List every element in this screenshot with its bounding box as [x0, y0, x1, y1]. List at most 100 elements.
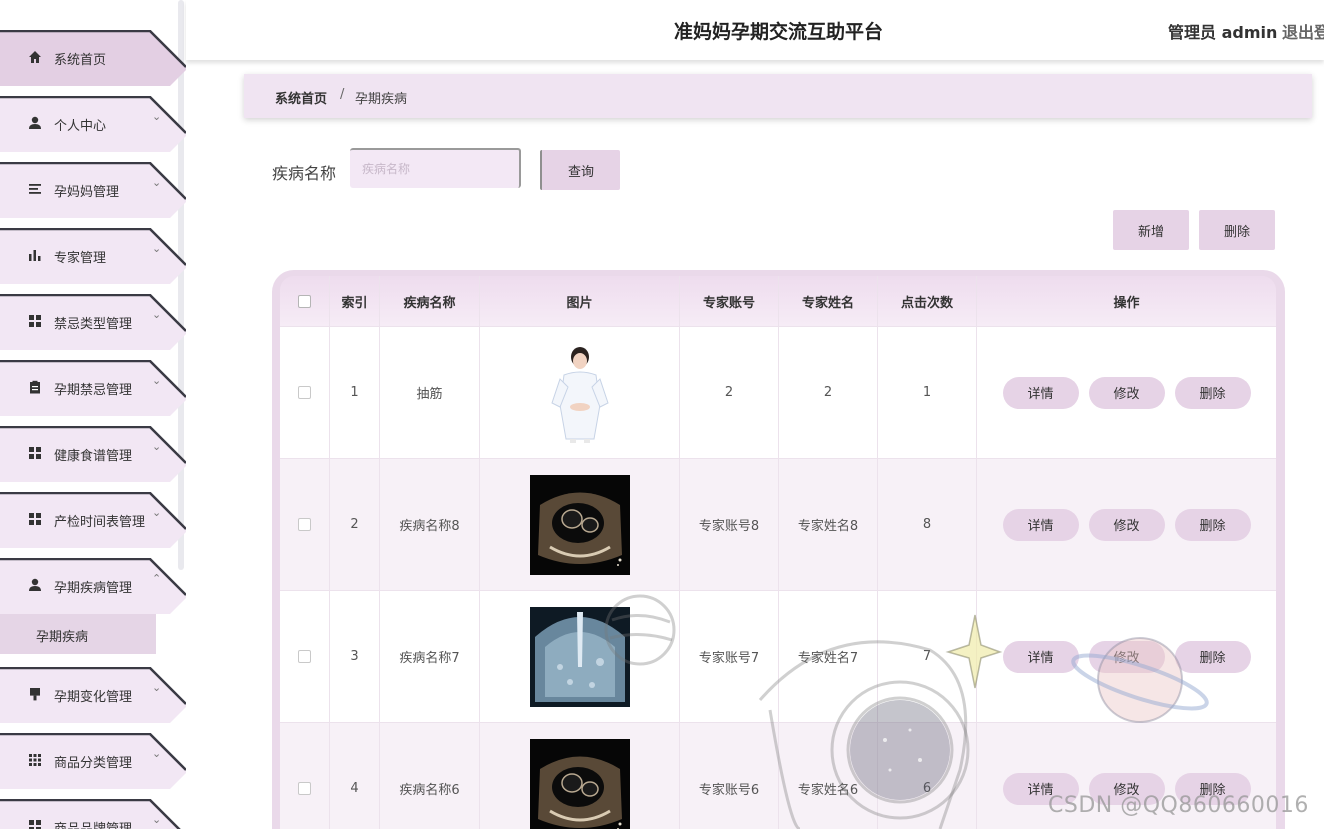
- expert-account: 专家账号7: [680, 591, 779, 722]
- row-index: 1: [330, 327, 380, 458]
- detail-button[interactable]: 详情: [1002, 640, 1079, 673]
- sidebar-item-label: 产检时间表管理: [54, 515, 146, 530]
- csdn-watermark: CSDN @QQ860660016: [1048, 793, 1309, 818]
- sidebar-item-label: 个人中心: [54, 119, 107, 134]
- disease-name: 疾病名称6: [380, 723, 480, 829]
- page-title: 准妈妈孕期交流互助平台: [674, 21, 884, 43]
- sidebar-item[interactable]: 商品品牌管理 ⌄: [0, 799, 186, 829]
- search-label: 疾病名称: [272, 164, 337, 183]
- chevron-icon: ⌄: [152, 681, 162, 694]
- column-header: 专家姓名: [779, 276, 878, 326]
- add-button[interactable]: 新增: [1113, 210, 1189, 250]
- column-header: 操作: [1113, 295, 1140, 311]
- expert-name: 专家姓名6: [779, 723, 878, 829]
- row-checkbox[interactable]: [298, 650, 311, 663]
- delete-button[interactable]: 删除: [1174, 640, 1251, 673]
- expert-account: 专家账号8: [680, 459, 779, 590]
- grid-icon: [27, 511, 43, 527]
- disease-image: [480, 327, 680, 458]
- breadcrumb: 系统首页 / 孕期疾病: [244, 74, 1312, 118]
- edit-button[interactable]: 修改: [1088, 376, 1165, 409]
- grid-icon: [27, 313, 43, 329]
- grid9-icon: [27, 752, 43, 768]
- expert-name: 专家姓名8: [779, 459, 878, 590]
- row-checkbox[interactable]: [298, 386, 311, 399]
- sidebar-item-label: 专家管理: [54, 251, 107, 266]
- column-header: 疾病名称: [380, 276, 480, 326]
- click-count: 7: [878, 591, 977, 722]
- breadcrumb-current: 孕期疾病: [355, 92, 408, 107]
- bar-chart-icon: [27, 247, 43, 263]
- sidebar-item[interactable]: 孕期疾病管理 ⌃: [0, 558, 186, 614]
- admin-label: 管理员 admin: [1168, 23, 1278, 42]
- detail-button[interactable]: 详情: [1002, 376, 1079, 409]
- edit-button[interactable]: 修改: [1088, 640, 1165, 673]
- search-button[interactable]: 查询: [540, 150, 620, 190]
- expert-name: 专家姓名7: [779, 591, 878, 722]
- disease-image: [480, 459, 680, 590]
- edit-button[interactable]: 修改: [1088, 508, 1165, 541]
- sidebar-item-label: 健康食谱管理: [54, 449, 133, 464]
- expert-account: 专家账号6: [680, 723, 779, 829]
- disease-image: [480, 591, 680, 722]
- list-icon: [27, 181, 43, 197]
- grid-icon: [27, 445, 43, 461]
- chevron-icon: ⌄: [152, 747, 162, 760]
- sidebar-item-label: 禁忌类型管理: [54, 317, 133, 332]
- sidebar-item[interactable]: 系统首页: [0, 30, 186, 86]
- data-table: 索引 疾病名称 图片 专家账号 专家姓名 点击次数 操作 1 抽筋 2 2 1 详情 修改删…: [272, 270, 1285, 829]
- row-index: 2: [330, 459, 380, 590]
- sidebar-item[interactable]: 孕期禁忌管理 ⌄: [0, 360, 186, 416]
- row-checkbox[interactable]: [298, 782, 311, 795]
- chevron-icon: ⌄: [152, 176, 162, 189]
- sidebar-item-label: 孕期疾病管理: [54, 581, 133, 596]
- select-all-checkbox[interactable]: [298, 294, 311, 308]
- expert-name: 2: [779, 327, 878, 458]
- search-input[interactable]: [350, 148, 521, 188]
- sidebar: 系统首页个人中心 ⌄ 孕妈妈管理 ⌄ 专家管理 ⌄ 禁忌类型管理 ⌄ 孕期禁忌管理 ⌄ 健康食谱管理…: [0, 0, 186, 829]
- sidebar-item[interactable]: 个人中心 ⌄: [0, 96, 186, 152]
- delete-button[interactable]: 删除: [1174, 376, 1251, 409]
- column-header: 专家账号: [680, 276, 779, 326]
- chevron-icon: ⌄: [152, 506, 162, 519]
- click-count: 1: [878, 327, 977, 458]
- sidebar-item-label: 商品分类管理: [54, 756, 133, 771]
- home-icon: [27, 49, 43, 65]
- expert-account: 2: [680, 327, 779, 458]
- sidebar-item[interactable]: 孕期变化管理 ⌄: [0, 667, 186, 723]
- chevron-icon: ⌄: [152, 308, 162, 321]
- chevron-icon: ⌄: [152, 242, 162, 255]
- column-header: 点击次数: [878, 276, 977, 326]
- disease-name: 疾病名称7: [380, 591, 480, 722]
- row-index: 4: [330, 723, 380, 829]
- submenu-item-disease[interactable]: 孕期疾病: [0, 614, 156, 654]
- clipboard-icon: [27, 379, 43, 395]
- breadcrumb-home[interactable]: 系统首页: [275, 88, 327, 107]
- delete-button[interactable]: 删除: [1174, 508, 1251, 541]
- sidebar-item-label: 系统首页: [54, 53, 107, 68]
- click-count: 6: [878, 723, 977, 829]
- sidebar-item-label: 孕妈妈管理: [54, 185, 120, 200]
- sidebar-item[interactable]: 禁忌类型管理 ⌄: [0, 294, 186, 350]
- sidebar-item[interactable]: 专家管理 ⌄: [0, 228, 186, 284]
- top-header: 准妈妈孕期交流互助平台 管理员 admin 退出登: [186, 0, 1324, 60]
- sidebar-item[interactable]: 孕妈妈管理 ⌄: [0, 162, 186, 218]
- sidebar-item[interactable]: 健康食谱管理 ⌄: [0, 426, 186, 482]
- row-index: 3: [330, 591, 380, 722]
- detail-button[interactable]: 详情: [1002, 508, 1079, 541]
- sidebar-item[interactable]: 商品分类管理 ⌄: [0, 733, 186, 789]
- batch-delete-button[interactable]: 删除: [1199, 210, 1275, 250]
- user-icon: [27, 577, 43, 593]
- breadcrumb-separator: /: [340, 87, 345, 102]
- disease-name: 疾病名称8: [380, 459, 480, 590]
- disease-name: 抽筋: [380, 327, 480, 458]
- sidebar-item-label: 孕期变化管理: [54, 690, 133, 705]
- disease-image: [480, 723, 680, 829]
- sidebar-item-label: 商品品牌管理: [54, 818, 132, 829]
- row-checkbox[interactable]: [298, 518, 311, 531]
- sidebar-item[interactable]: 产检时间表管理 ⌄: [0, 492, 186, 548]
- chevron-icon: ⌃: [152, 572, 162, 585]
- logout-link[interactable]: 退出登: [1282, 19, 1324, 43]
- table-row: 3 疾病名称7 专家账号7 专家姓名7 7 详情 修改 删除: [280, 590, 1276, 722]
- chevron-icon: ⌄: [152, 110, 162, 123]
